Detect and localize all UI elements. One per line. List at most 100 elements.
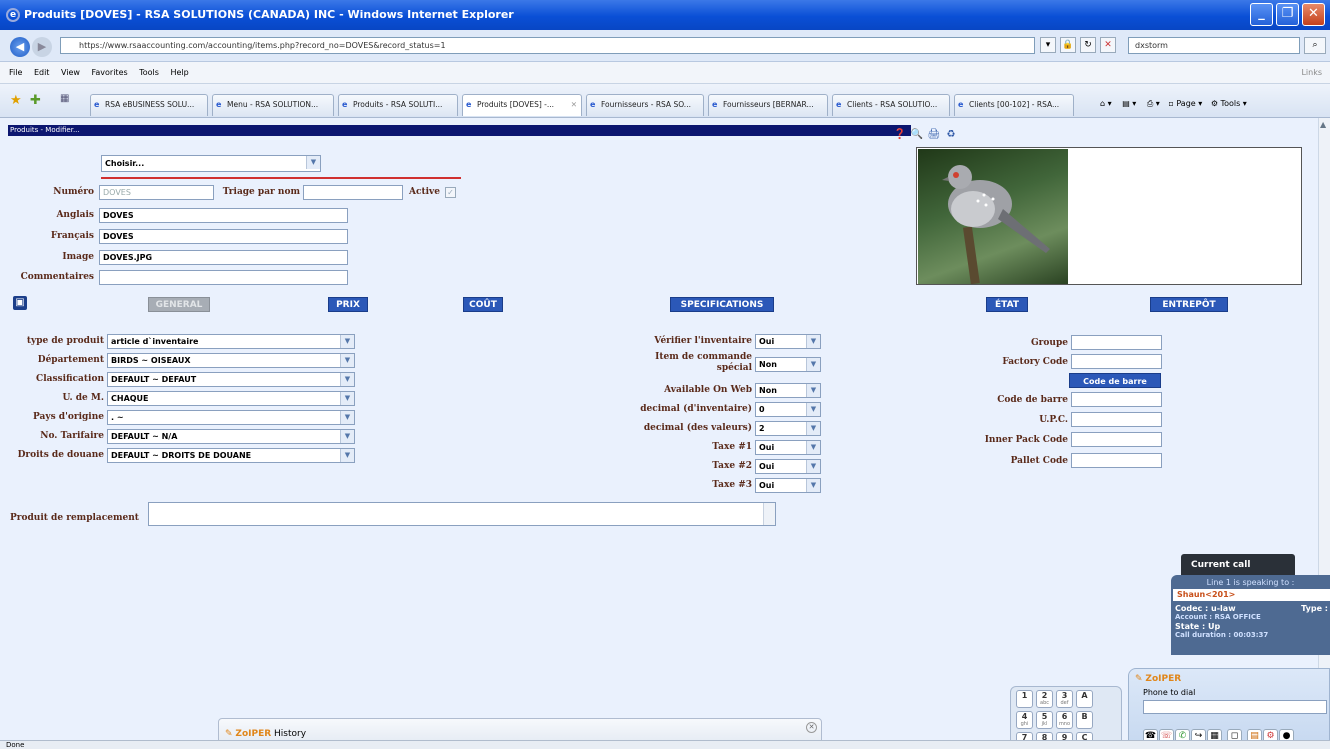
- decimal-valeurs-select[interactable]: 2 ▼: [755, 421, 821, 436]
- print-icon[interactable]: ⎙ ▾: [1147, 99, 1160, 108]
- refresh-icon[interactable]: ♻: [944, 128, 958, 142]
- dropdown-icon[interactable]: ▾: [1040, 37, 1056, 53]
- ie-page-icon: e: [958, 100, 964, 109]
- phone-number-input[interactable]: [1143, 700, 1327, 714]
- pays-origine-select[interactable]: . ~ ▼: [107, 410, 355, 425]
- key-2[interactable]: 2 abc: [1036, 690, 1053, 708]
- search-icon[interactable]: ⌕: [1304, 37, 1326, 54]
- maximize-button[interactable]: ❐: [1276, 3, 1299, 26]
- search-input[interactable]: dxstorm: [1128, 37, 1300, 54]
- minimize-button[interactable]: _: [1250, 3, 1273, 26]
- menu-edit[interactable]: Edit: [34, 68, 50, 77]
- tab-cout[interactable]: COÛT: [463, 297, 503, 312]
- current-call-tab[interactable]: Current call: [1181, 554, 1295, 576]
- key-3[interactable]: 3 def: [1056, 690, 1073, 708]
- replacement-field[interactable]: [148, 502, 776, 526]
- type-produit-select[interactable]: article d`inventaire ▼: [107, 334, 355, 349]
- quick-tabs-icon[interactable]: ▦: [60, 93, 69, 104]
- tab-general[interactable]: GENERAL: [148, 297, 210, 312]
- choose-select[interactable]: Choisir... ▼: [101, 155, 321, 172]
- replacement-scrollbar[interactable]: [763, 503, 775, 525]
- print-icon[interactable]: 🖨: [927, 128, 941, 142]
- tab-fournisseurs[interactable]: e Fournisseurs - RSA SO...: [586, 94, 704, 116]
- francais-field[interactable]: DOVES: [99, 229, 348, 244]
- key-6[interactable]: 6 mno: [1056, 711, 1073, 729]
- lock-icon[interactable]: 🔒: [1060, 37, 1076, 53]
- refresh-icon[interactable]: ↻: [1080, 37, 1096, 53]
- taxe-1-select[interactable]: Oui ▼: [755, 440, 821, 455]
- tab-close-icon[interactable]: ✕: [571, 95, 577, 115]
- favorites-star-icon[interactable]: ★: [10, 93, 22, 108]
- tab-rsa-ebusiness[interactable]: e RSA eBUSINESS SOLU...: [90, 94, 208, 116]
- anglais-field[interactable]: DOVES: [99, 208, 348, 223]
- verifier-inventaire-select[interactable]: Oui ▼: [755, 334, 821, 349]
- decimal-inventaire-select[interactable]: 0 ▼: [755, 402, 821, 417]
- back-button[interactable]: ◀: [10, 37, 30, 57]
- taxe-2-label: Taxe #2: [712, 461, 752, 471]
- ie-page-icon: e: [342, 100, 348, 109]
- tab-menu[interactable]: e Menu - RSA SOLUTION...: [212, 94, 334, 116]
- key-b[interactable]: B: [1076, 711, 1093, 729]
- feeds-icon[interactable]: ▤ ▾: [1122, 99, 1136, 108]
- code-barre-field[interactable]: [1071, 392, 1162, 407]
- factory-code-field[interactable]: [1071, 354, 1162, 369]
- menu-file[interactable]: File: [9, 68, 22, 77]
- groupe-field[interactable]: [1071, 335, 1162, 350]
- available-web-select[interactable]: Non ▼: [755, 383, 821, 398]
- menu-view[interactable]: View: [61, 68, 80, 77]
- tab-produits[interactable]: e Produits - RSA SOLUTI...: [338, 94, 458, 116]
- tab-clients-00-102[interactable]: e Clients [00-102] - RSA...: [954, 94, 1074, 116]
- tab-fournisseurs-bernar[interactable]: e Fournisseurs [BERNAR...: [708, 94, 828, 116]
- close-button[interactable]: ✕: [1302, 3, 1325, 26]
- droits-douane-select[interactable]: DEFAULT ~ DROITS DE DOUANE ▼: [107, 448, 355, 463]
- key-5[interactable]: 5 jkl: [1036, 711, 1053, 729]
- help-icon[interactable]: ❓: [893, 128, 907, 142]
- pallet-code-field[interactable]: [1071, 453, 1162, 468]
- chevron-down-icon: ▼: [806, 384, 820, 397]
- search-icon[interactable]: 🔍: [910, 128, 924, 142]
- history-title: ✎ ZoIPER History: [225, 729, 307, 739]
- numero-field[interactable]: DOVES: [99, 185, 214, 200]
- tab-entrepot[interactable]: ENTREPÔT: [1150, 297, 1228, 312]
- no-tarifaire-select[interactable]: DEFAULT ~ N/A ▼: [107, 429, 355, 444]
- classification-select[interactable]: DEFAULT ~ DEFAUT ▼: [107, 372, 355, 387]
- taxe-3-select[interactable]: Oui ▼: [755, 478, 821, 493]
- links-label[interactable]: Links: [1301, 62, 1322, 84]
- departement-select[interactable]: BIRDS ~ OISEAUX ▼: [107, 353, 355, 368]
- inner-pack-field[interactable]: [1071, 432, 1162, 447]
- code-barre-label: Code de barre: [997, 395, 1068, 405]
- key-1[interactable]: 1: [1016, 690, 1033, 708]
- tab-specifications[interactable]: SPECIFICATIONS: [670, 297, 774, 312]
- url-input[interactable]: https://www.rsaaccounting.com/accounting…: [60, 37, 1035, 54]
- forward-button[interactable]: ▶: [32, 37, 52, 57]
- tab-produits-doves[interactable]: e Produits [DOVES] -... ✕: [462, 94, 582, 116]
- tab-etat[interactable]: ÉTAT: [986, 297, 1028, 312]
- close-icon[interactable]: ✕: [806, 722, 817, 733]
- pallet-code-label: Pallet Code: [1010, 456, 1068, 466]
- code-barre-button[interactable]: Code de barre: [1069, 373, 1161, 388]
- commentaires-field[interactable]: [99, 270, 348, 285]
- unite-mesure-select[interactable]: CHAQUE ▼: [107, 391, 355, 406]
- key-4[interactable]: 4 ghi: [1016, 711, 1033, 729]
- tab-clients[interactable]: e Clients - RSA SOLUTIO...: [832, 94, 950, 116]
- tab-prix[interactable]: PRIX: [328, 297, 368, 312]
- home-icon[interactable]: ⌂ ▾: [1100, 99, 1112, 108]
- tools-menu[interactable]: ⚙ Tools ▾: [1211, 99, 1247, 108]
- menu-favorites[interactable]: Favorites: [92, 68, 128, 77]
- upc-field[interactable]: [1071, 412, 1162, 427]
- taxe-2-select[interactable]: Oui ▼: [755, 459, 821, 474]
- page-menu[interactable]: ▫ Page ▾: [1168, 99, 1202, 108]
- zoiper-main-panel: ✎ ZoIPER Phone to dial ☎ ☏ ✆ ↪ ▦ ◻ ▤ ⚙ ●: [1128, 668, 1330, 749]
- key-a[interactable]: A: [1076, 690, 1093, 708]
- image-field[interactable]: DOVES.JPG: [99, 250, 348, 265]
- numero-label: Numéro: [53, 187, 94, 197]
- stop-icon[interactable]: ✕: [1100, 37, 1116, 53]
- menu-tools[interactable]: Tools: [139, 68, 159, 77]
- menu-help[interactable]: Help: [170, 68, 188, 77]
- ie-page-icon: e: [590, 100, 596, 109]
- triage-field[interactable]: [303, 185, 403, 200]
- active-checkbox[interactable]: ✓: [445, 187, 456, 198]
- item-commande-select[interactable]: Non ▼: [755, 357, 821, 372]
- save-icon[interactable]: ▣: [13, 296, 27, 310]
- add-favorites-icon[interactable]: ✚: [30, 93, 41, 108]
